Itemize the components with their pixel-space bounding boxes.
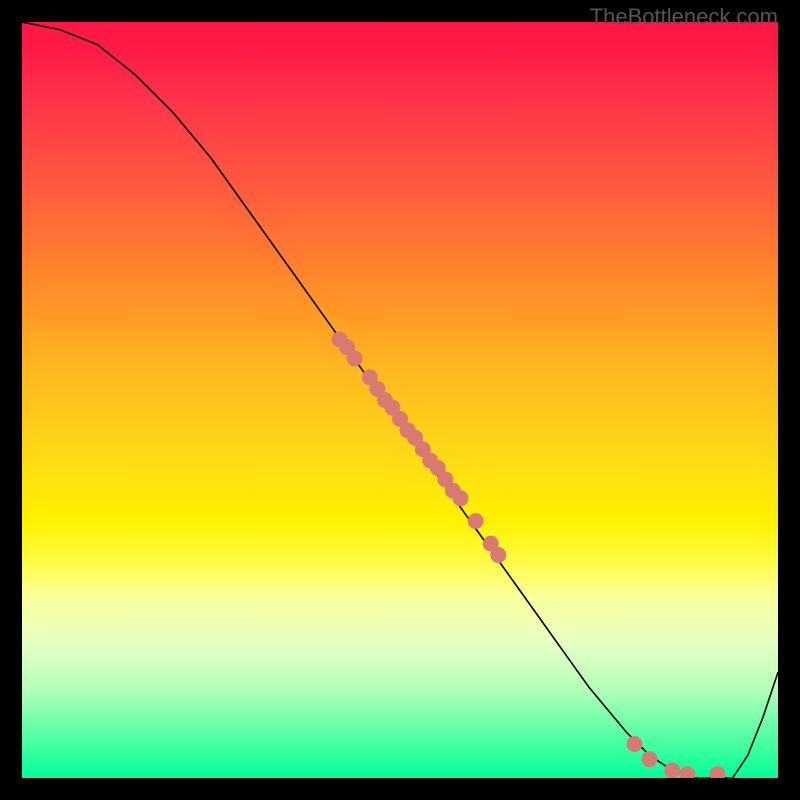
data-point [453, 490, 469, 506]
data-point [626, 736, 642, 752]
plot-area [22, 22, 778, 778]
data-point [490, 547, 506, 563]
bottleneck-curve [22, 22, 778, 778]
data-point [679, 766, 695, 778]
data-point [664, 762, 680, 778]
chart-svg [22, 22, 778, 778]
data-point [468, 513, 484, 529]
data-point [710, 766, 726, 778]
data-point [642, 751, 658, 767]
watermark-text: TheBottleneck.com [590, 4, 778, 30]
scatter-dots [332, 332, 726, 779]
data-point [347, 350, 363, 366]
